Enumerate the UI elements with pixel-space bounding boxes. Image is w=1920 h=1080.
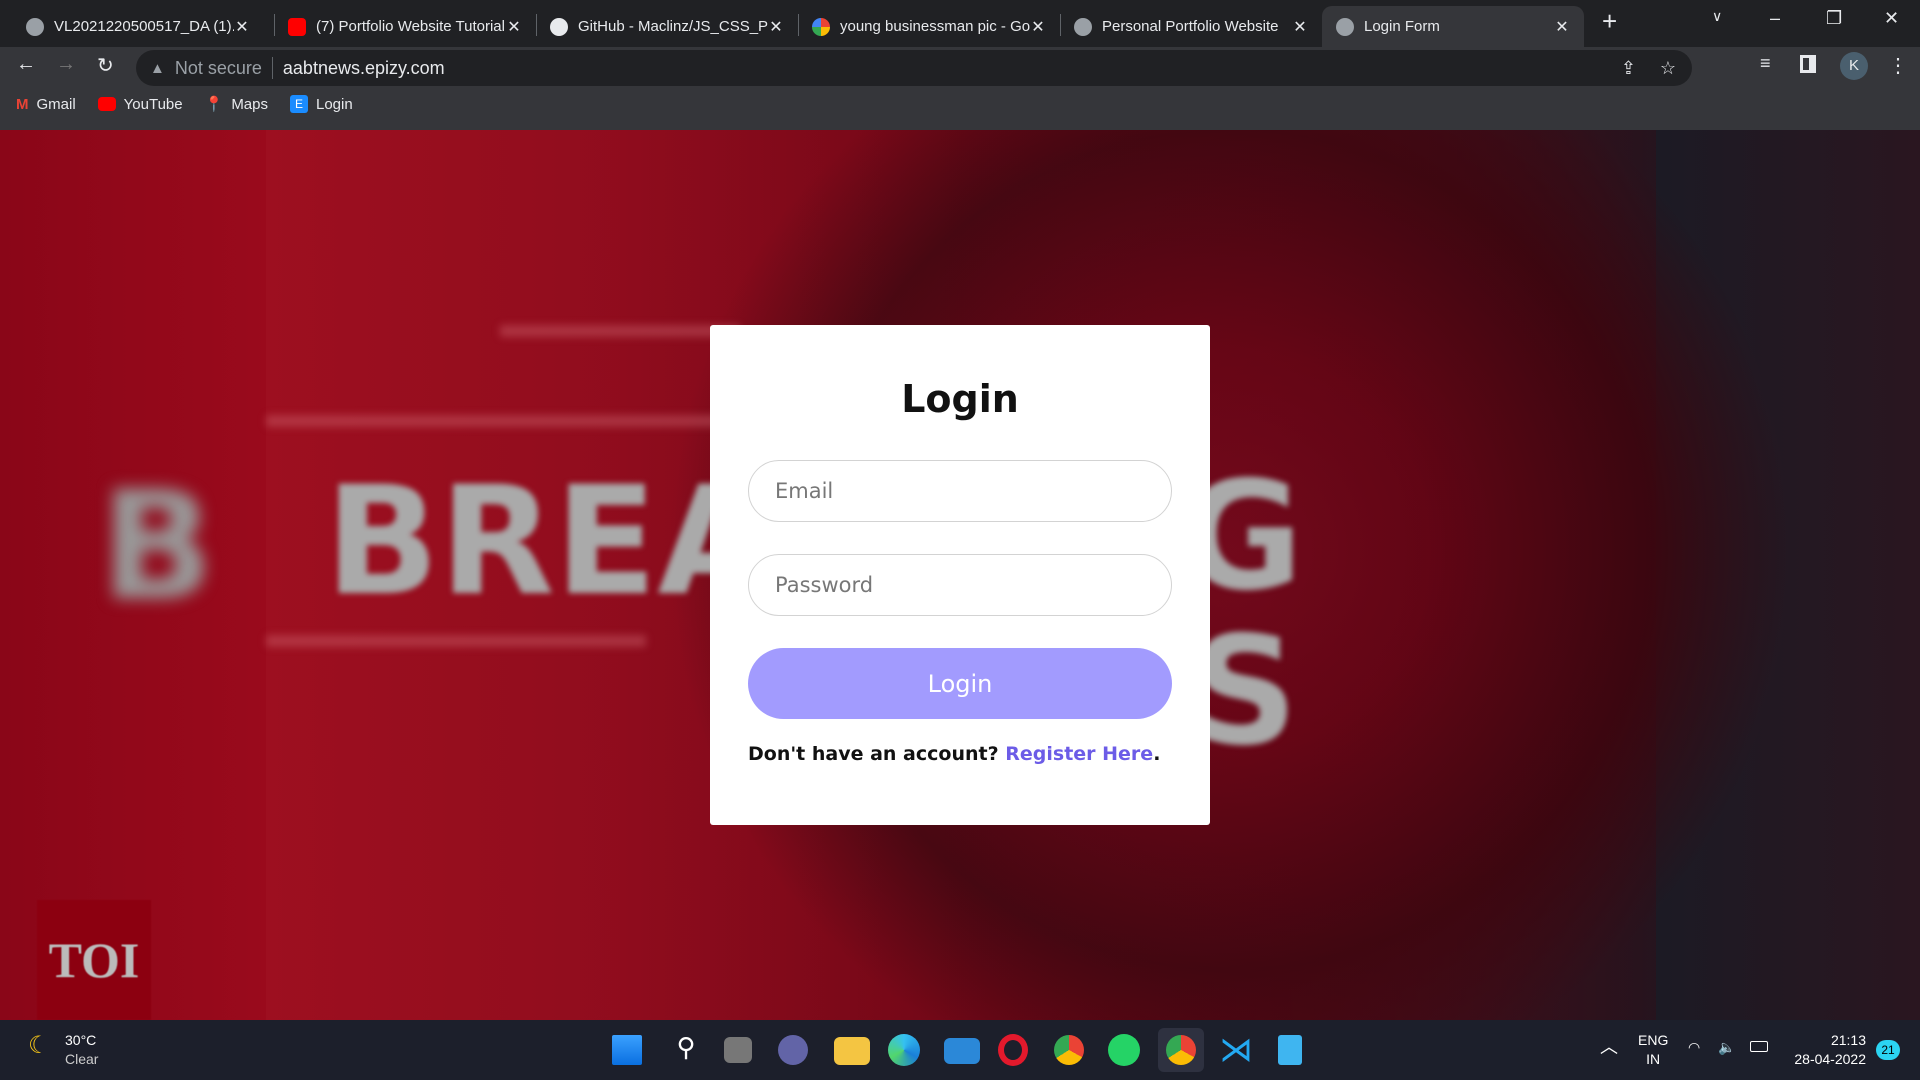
forward-button[interactable]: → [56,53,76,76]
email-input[interactable] [748,460,1172,522]
restore-button[interactable]: ❐ [1826,8,1842,29]
clock[interactable]: 21:13 28-04-2022 [1786,1031,1866,1069]
opera-icon[interactable] [998,1034,1028,1066]
login-title: Login [901,377,1019,421]
tab-search-icon[interactable]: ∨ [1712,8,1722,25]
moon-icon: ☾ [28,1032,50,1059]
volume-icon[interactable]: 🔈 [1718,1038,1735,1057]
file-explorer-icon[interactable] [834,1037,870,1065]
menu-icon[interactable]: ⋮ [1888,53,1908,78]
chrome-profile-active-icon[interactable] [1158,1028,1204,1072]
tab-google[interactable]: young businessman pic - Google✕ [798,6,1060,47]
bookmark-star-icon[interactable]: ☆ [1660,58,1676,79]
show-hidden-icons[interactable]: ︿ [1600,1038,1618,1057]
github-icon [550,17,568,36]
epizy-icon: E [290,95,308,113]
back-button[interactable]: ← [16,53,36,76]
globe-icon [1336,17,1354,36]
search-icon[interactable]: ⚲ [668,1032,704,1068]
teams-chat-icon[interactable] [778,1035,808,1065]
tab-strip: VL2021220500517_DA (1).pdf✕ (7) Portfoli… [0,0,1920,47]
gmail-icon: M [16,95,29,113]
bookmark-youtube[interactable]: YouTube [97,95,183,113]
security-indicator[interactable]: Not secure [175,58,262,79]
address-bar[interactable]: ▲ Not secure aabtnews.epizy.com ⇪ ☆ [136,50,1692,86]
bookmarks-bar: M Gmail YouTube 📍 Maps E Login [16,95,353,113]
battery-icon[interactable] [1750,1041,1768,1052]
login-card: Login Login Don't have an account? Regis… [710,325,1210,825]
close-tab-icon[interactable]: ✕ [768,17,784,37]
close-tab-icon[interactable]: ✕ [506,17,522,37]
register-prompt: Don't have an account? Register Here. [748,743,1161,765]
register-link[interactable]: Register Here [1005,743,1153,765]
globe-icon [26,17,44,36]
wifi-icon[interactable]: ◠ [1688,1038,1700,1057]
mail-icon[interactable] [944,1038,980,1064]
toi-logo: TOI [37,900,151,1020]
media-control-icon[interactable]: ≡ [1760,53,1771,74]
warning-icon: ▲ [150,59,165,77]
minimize-button[interactable]: – [1770,8,1780,29]
bookmark-login[interactable]: E Login [290,95,353,113]
notification-badge[interactable]: 21 [1876,1040,1900,1060]
side-panel-icon[interactable] [1800,55,1816,73]
close-tab-icon[interactable]: ✕ [1030,17,1046,37]
close-tab-icon[interactable]: ✕ [1292,17,1308,37]
vscode-icon[interactable]: ⋊ [1218,1032,1254,1068]
browser-toolbar: ← → ↻ ▲ Not secure aabtnews.epizy.com ⇪ … [0,47,1920,130]
youtube-icon [97,97,116,111]
google-icon [812,17,830,36]
login-button[interactable]: Login [748,648,1172,719]
tab-login-form[interactable]: Login Form ✕ [1322,6,1584,47]
youtube-icon [288,17,306,36]
reload-button[interactable]: ↻ [97,53,114,78]
edge-icon[interactable] [888,1034,920,1066]
tab-youtube[interactable]: (7) Portfolio Website Tutorial ✕ [274,6,536,47]
new-tab-button[interactable]: + [1602,6,1617,37]
tab-github[interactable]: GitHub - Maclinz/JS_CSS_Portfolio✕ [536,6,798,47]
language-indicator[interactable]: ENG IN [1638,1031,1668,1069]
globe-icon [1074,17,1092,36]
bookmark-maps[interactable]: 📍 Maps [204,95,268,114]
close-window-button[interactable]: ✕ [1884,8,1899,29]
url-text: aabtnews.epizy.com [282,57,445,78]
bookmark-gmail[interactable]: M Gmail [16,95,76,113]
task-view-icon[interactable] [724,1037,752,1063]
page-content: B BREA G S TOI Login Login Don't have an… [0,130,1920,1020]
profile-avatar[interactable]: K [1840,52,1868,80]
close-tab-icon[interactable]: ✕ [234,17,250,37]
start-button[interactable] [612,1035,642,1065]
close-tab-icon[interactable]: ✕ [1554,17,1570,37]
taskbar: ☾ 30°C Clear ⚲ ⋊ ︿ ENG IN ◠ 🔈 21:13 28-04-2… [0,1020,1920,1080]
maps-pin-icon: 📍 [204,96,224,113]
tab-portfolio[interactable]: Personal Portfolio Website ✕ [1060,6,1322,47]
password-input[interactable] [748,554,1172,616]
notepad-icon[interactable] [1278,1035,1302,1065]
weather-widget[interactable]: 30°C Clear [65,1031,98,1069]
chrome-icon[interactable] [1054,1035,1084,1065]
tab-pdf[interactable]: VL2021220500517_DA (1).pdf✕ [12,6,264,47]
share-icon[interactable]: ⇪ [1621,58,1636,79]
whatsapp-icon[interactable] [1108,1034,1140,1066]
